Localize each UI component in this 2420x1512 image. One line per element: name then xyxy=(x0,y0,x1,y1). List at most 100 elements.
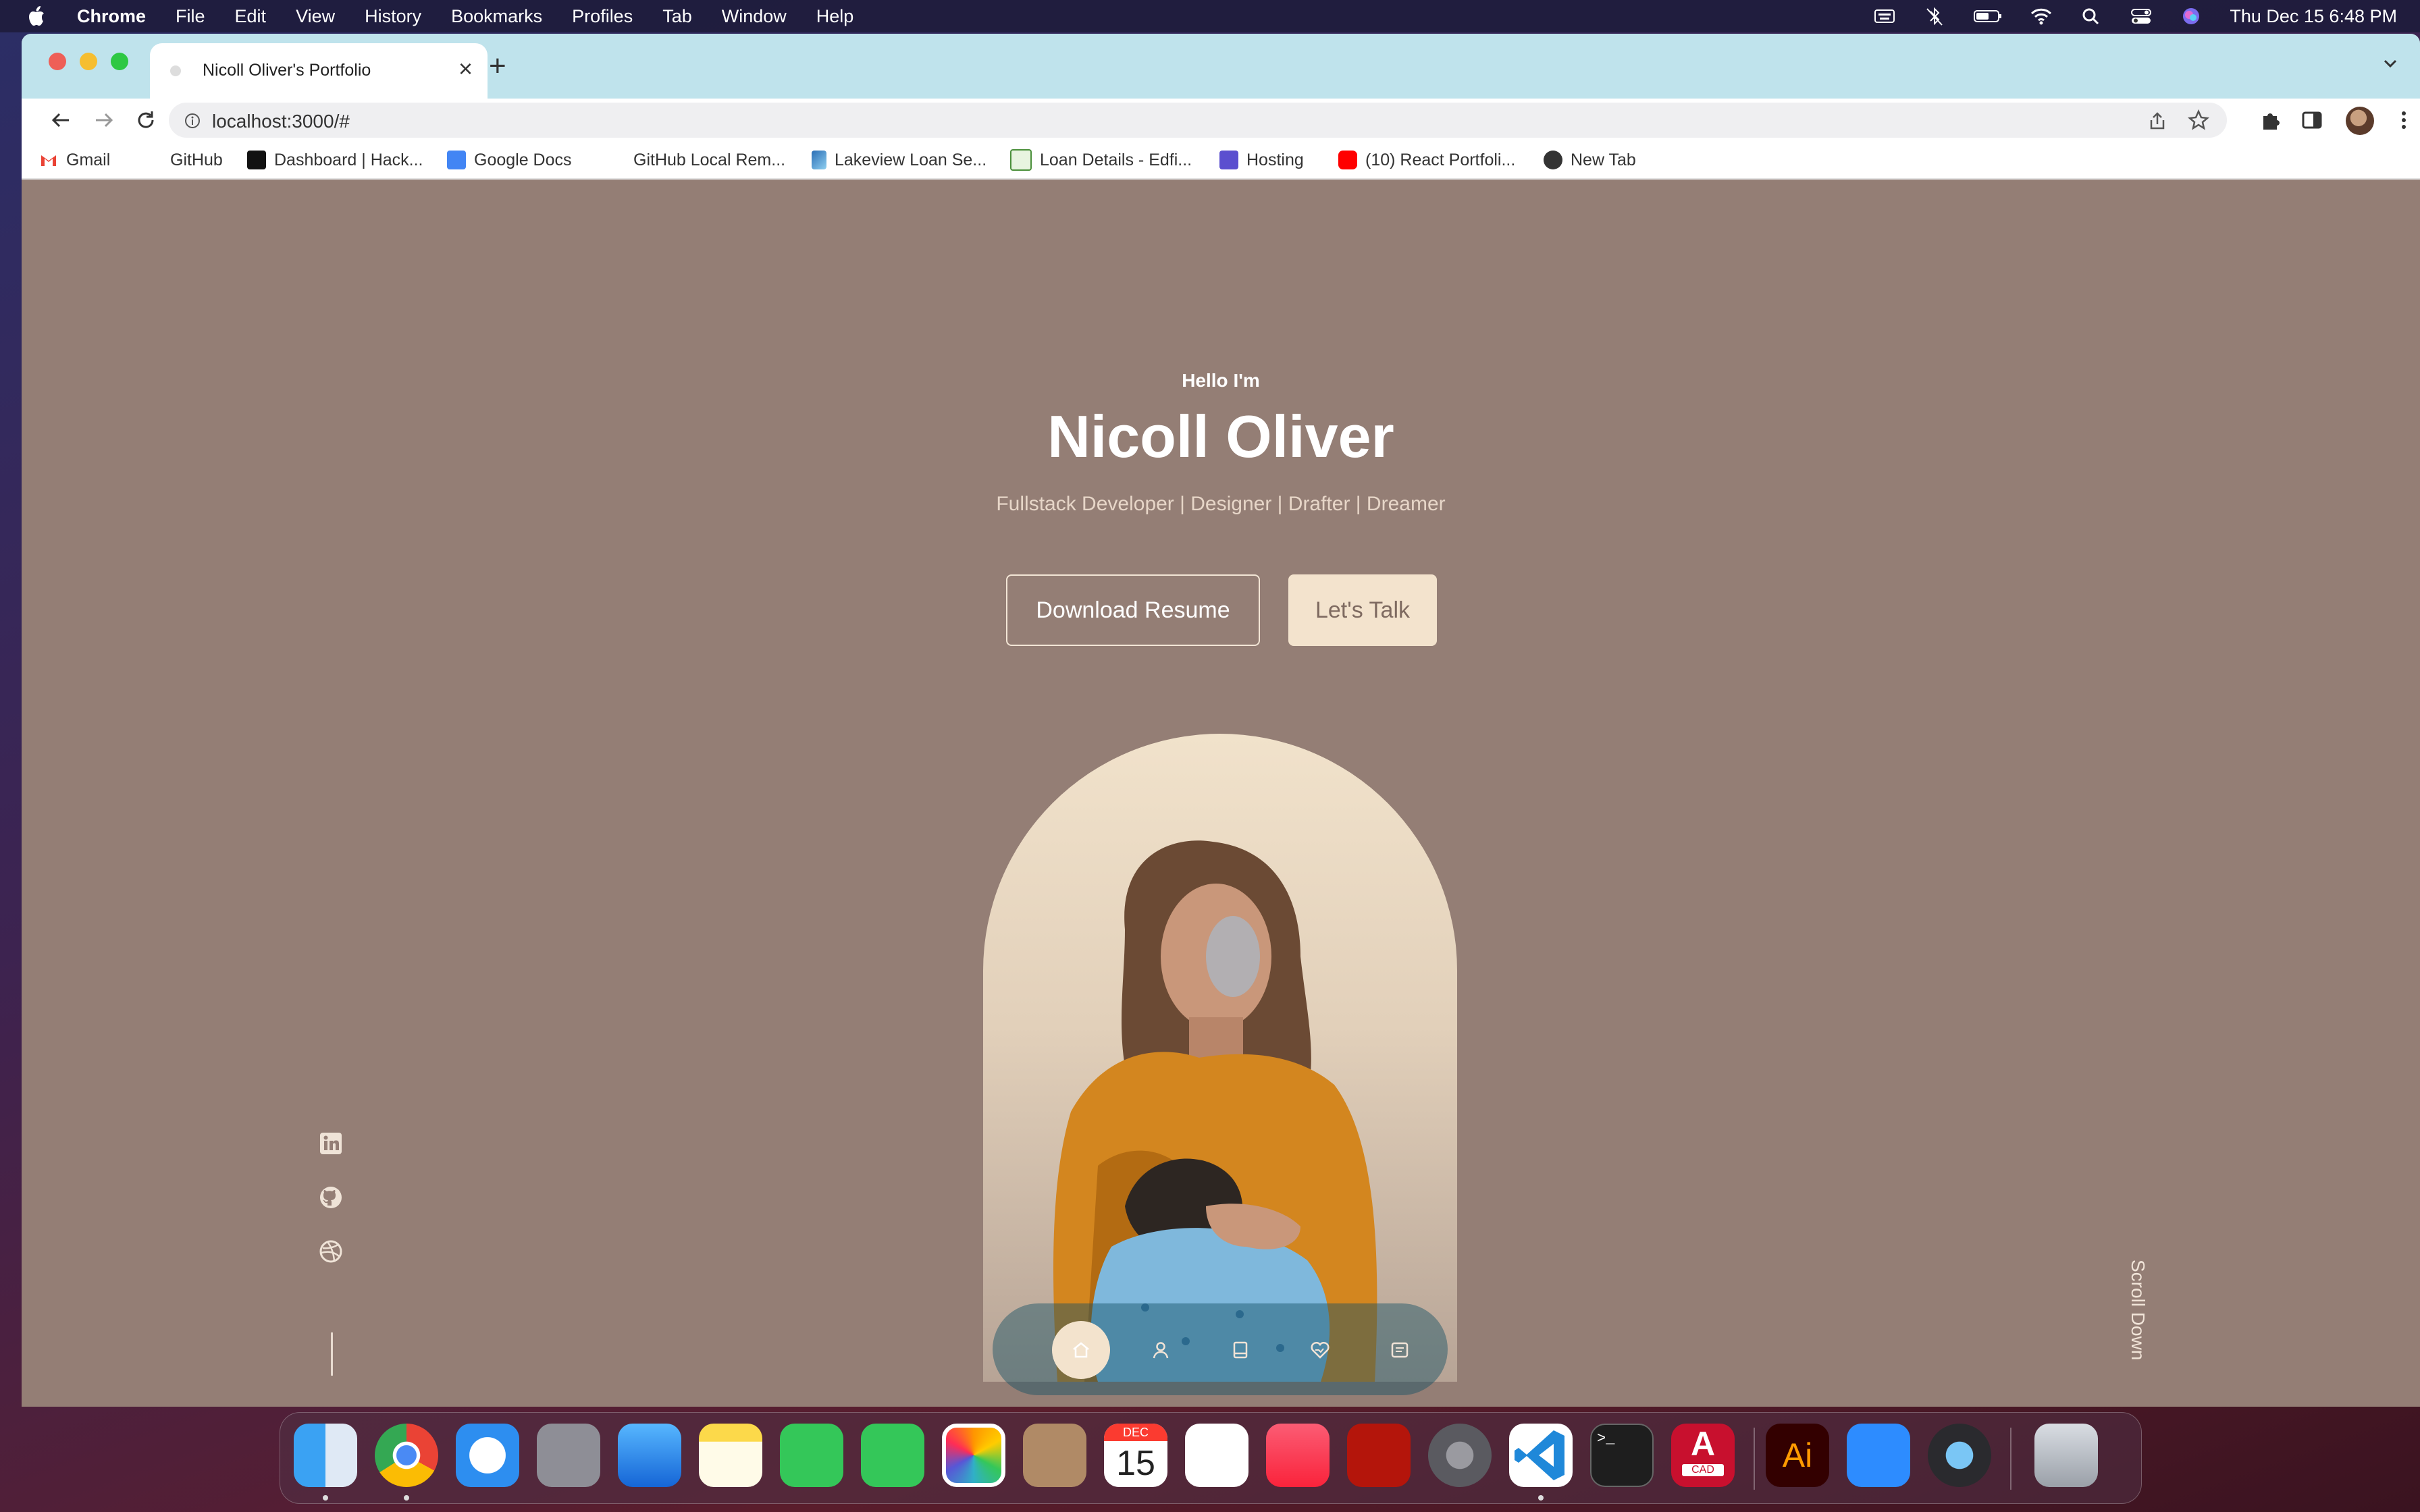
extensions-puzzle-icon[interactable] xyxy=(2258,108,2282,132)
bookmark-edfinancial[interactable]: Loan Details - Edfi... xyxy=(1010,149,1192,171)
close-window-button[interactable] xyxy=(49,53,66,70)
address-bar[interactable]: localhost:3000/# xyxy=(169,103,2227,138)
side-panel-icon[interactable] xyxy=(2300,108,2324,132)
edfinancial-icon xyxy=(1010,149,1032,171)
zoom-icon[interactable] xyxy=(1847,1424,1910,1487)
github-icon[interactable] xyxy=(319,1185,343,1210)
linkedin-icon[interactable] xyxy=(319,1131,343,1156)
launchpad-icon[interactable] xyxy=(537,1424,600,1487)
safari-icon[interactable] xyxy=(456,1424,519,1487)
forward-arrow-icon[interactable] xyxy=(92,108,116,132)
bookmark-label: New Tab xyxy=(1571,150,1636,169)
site-info-icon[interactable] xyxy=(184,112,201,130)
new-tab-button[interactable]: + xyxy=(489,51,506,81)
status-area: Thu Dec 15 6:48 PM xyxy=(1873,0,2397,32)
messages-icon[interactable] xyxy=(861,1424,924,1487)
bookmark-star-icon[interactable] xyxy=(2188,109,2209,131)
bookmark-label: GitHub Local Rem... xyxy=(633,150,786,169)
more-menu-icon[interactable] xyxy=(2397,108,2411,132)
menu-tab[interactable]: Tab xyxy=(662,6,692,27)
bookmark-google-docs[interactable]: Google Docs xyxy=(447,150,572,170)
bookmark-hackerrank[interactable]: Dashboard | Hack... xyxy=(247,150,423,170)
profile-avatar[interactable] xyxy=(2346,107,2374,135)
scroll-down-link[interactable]: Scroll Down xyxy=(2127,1260,2149,1360)
finder-icon[interactable] xyxy=(294,1424,357,1487)
facetime-icon[interactable] xyxy=(780,1424,843,1487)
mail-icon[interactable] xyxy=(618,1424,681,1487)
reload-icon[interactable] xyxy=(134,108,158,132)
illustrator-icon[interactable]: Ai xyxy=(1766,1424,1829,1487)
quicktime-icon[interactable] xyxy=(1928,1424,1991,1487)
nav-services[interactable] xyxy=(1291,1321,1349,1379)
bookmark-new-tab[interactable]: New Tab xyxy=(1544,150,1636,170)
youtube-icon xyxy=(1338,151,1357,169)
photos-icon[interactable] xyxy=(942,1424,1005,1487)
portrait-image xyxy=(983,734,1457,1382)
keyboard-icon[interactable] xyxy=(1873,6,1896,26)
menu-help[interactable]: Help xyxy=(816,6,854,27)
bookmark-hosting[interactable]: Hosting xyxy=(1219,150,1304,170)
running-indicator xyxy=(323,1495,328,1501)
download-resume-button[interactable]: Download Resume xyxy=(1006,574,1260,646)
bluetooth-off-icon[interactable] xyxy=(1923,6,1946,26)
nav-contact[interactable] xyxy=(1371,1321,1429,1379)
acrobat-icon[interactable] xyxy=(1347,1424,1411,1487)
tab-search-chevron-icon[interactable] xyxy=(2381,54,2400,73)
globe-icon xyxy=(1544,151,1562,169)
bookmark-lakeview[interactable]: Lakeview Loan Se... xyxy=(812,150,987,170)
menu-file[interactable]: File xyxy=(176,6,205,27)
dribbble-icon[interactable] xyxy=(319,1239,343,1264)
hackerrank-icon xyxy=(247,151,266,169)
share-icon[interactable] xyxy=(2147,111,2167,131)
bookmark-gmail[interactable]: Gmail xyxy=(39,150,110,170)
contacts-icon[interactable] xyxy=(1023,1424,1086,1487)
bookmark-github-local[interactable]: GitHub Local Rem... xyxy=(633,150,785,170)
menu-view[interactable]: View xyxy=(296,6,335,27)
apple-icon[interactable] xyxy=(26,3,49,29)
calendar-icon[interactable]: DEC 15 xyxy=(1104,1424,1167,1487)
music-icon[interactable] xyxy=(1266,1424,1330,1487)
bookmark-youtube[interactable]: (10) React Portfoli... xyxy=(1338,150,1515,170)
notes-icon[interactable] xyxy=(699,1424,762,1487)
hero-name: Nicoll Oliver xyxy=(1047,403,1394,470)
control-center-icon[interactable] xyxy=(2130,6,2153,26)
vscode-icon[interactable] xyxy=(1509,1424,1573,1487)
browser-tab-active[interactable]: Nicoll Oliver's Portfolio × xyxy=(150,43,488,99)
social-divider-line xyxy=(331,1332,333,1376)
fullscreen-window-button[interactable] xyxy=(111,53,128,70)
trash-icon[interactable] xyxy=(2034,1424,2098,1487)
menu-edit[interactable]: Edit xyxy=(235,6,267,27)
chrome-icon[interactable] xyxy=(375,1424,438,1487)
clock[interactable]: Thu Dec 15 6:48 PM xyxy=(2230,6,2397,27)
terminal-icon[interactable]: >_ xyxy=(1590,1424,1654,1487)
nav-experience[interactable] xyxy=(1211,1321,1269,1379)
menu-profiles[interactable]: Profiles xyxy=(572,6,633,27)
macos-dock: DEC 15 >_ A CAD Ai xyxy=(280,1412,2142,1504)
spotlight-search-icon[interactable] xyxy=(2080,6,2103,26)
wifi-icon[interactable] xyxy=(2030,6,2053,26)
message-icon xyxy=(1391,1342,1409,1358)
menu-bookmarks[interactable]: Bookmarks xyxy=(451,6,542,27)
menu-app-name[interactable]: Chrome xyxy=(77,6,146,27)
book-icon xyxy=(1233,1341,1248,1359)
nav-about[interactable] xyxy=(1132,1321,1190,1379)
url-text[interactable]: localhost:3000/# xyxy=(212,111,350,132)
system-preferences-icon[interactable] xyxy=(1428,1424,1492,1487)
siri-icon[interactable] xyxy=(2180,6,2203,26)
reminders-icon[interactable] xyxy=(1185,1424,1248,1487)
calendar-day: 15 xyxy=(1116,1444,1155,1483)
lets-talk-button[interactable]: Let's Talk xyxy=(1288,574,1437,646)
portfolio-page: Hello I'm Nicoll Oliver Fullstack Develo… xyxy=(22,180,2420,1407)
minimize-window-button[interactable] xyxy=(80,53,97,70)
menu-history[interactable]: History xyxy=(365,6,421,27)
bookmark-label: (10) React Portfoli... xyxy=(1365,150,1516,169)
battery-icon[interactable] xyxy=(1973,6,2003,26)
google-docs-icon xyxy=(447,151,466,169)
nav-home[interactable] xyxy=(1052,1321,1110,1379)
menu-window[interactable]: Window xyxy=(722,6,787,27)
bookmark-github[interactable]: GitHub xyxy=(170,150,223,170)
autocad-icon[interactable]: A CAD xyxy=(1671,1424,1735,1487)
close-tab-icon[interactable]: × xyxy=(458,57,473,81)
hostinger-icon xyxy=(1219,151,1238,169)
back-arrow-icon[interactable] xyxy=(49,108,73,132)
